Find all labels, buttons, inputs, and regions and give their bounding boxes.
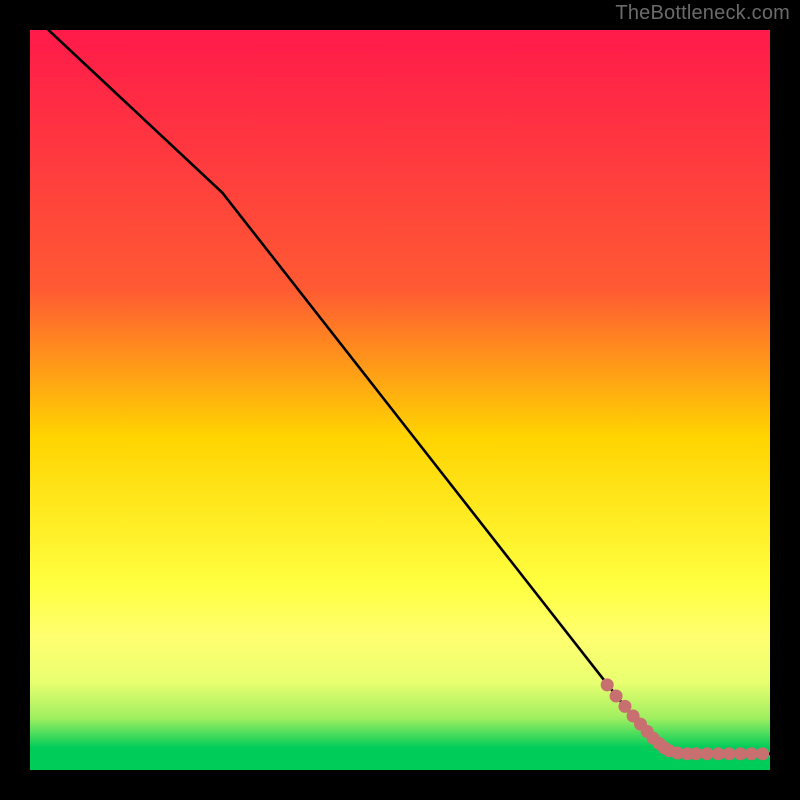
data-point [756,747,769,760]
data-point [745,747,758,760]
data-point [601,678,614,691]
data-point [610,690,623,703]
plot-svg [30,30,770,770]
chart-stage: TheBottleneck.com [0,0,800,800]
plot-area [30,30,770,770]
data-point [723,747,736,760]
data-point [690,747,703,760]
data-point [701,747,714,760]
data-point [734,747,747,760]
watermark-text: TheBottleneck.com [615,2,790,25]
gradient-bg [30,30,770,770]
data-point [712,747,725,760]
